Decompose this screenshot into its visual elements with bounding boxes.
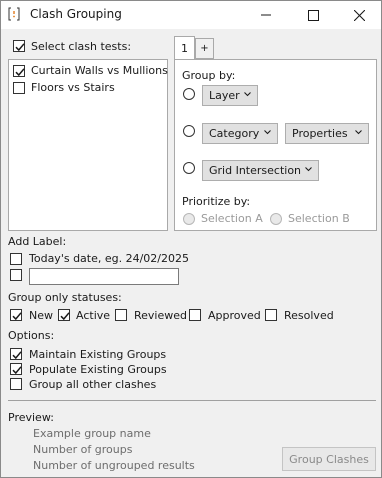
chevron-down-icon — [305, 167, 312, 172]
preview-number-of-groups: Number of groups — [33, 443, 133, 456]
status-checkbox-reviewed[interactable] — [115, 309, 127, 321]
maximize-icon — [307, 9, 319, 21]
option-label-group-other: Group all other clashes — [29, 378, 157, 391]
minimize-icon — [261, 14, 271, 16]
prioritize-label-b: Selection B — [288, 212, 350, 225]
test-checkbox-floors-stairs[interactable] — [13, 82, 25, 94]
layer-dropdown-value: Layer — [209, 89, 240, 102]
divider — [8, 400, 376, 401]
group-by-radio-grid[interactable] — [183, 162, 195, 174]
preview-ungrouped: Number of ungrouped results — [33, 459, 195, 472]
option-label-populate: Populate Existing Groups — [29, 363, 167, 376]
todays-date-checkbox[interactable] — [10, 253, 22, 265]
group-by-label: Group by: — [182, 69, 236, 82]
title-bar: Clash Grouping — [1, 1, 381, 29]
checkmark-icon — [60, 312, 70, 321]
maximize-button[interactable] — [290, 1, 336, 29]
test-label-floors-stairs: Floors vs Stairs — [31, 81, 115, 94]
grid-intersection-dropdown-value: Grid Intersection — [209, 164, 302, 177]
prioritize-label-a: Selection A — [201, 212, 263, 225]
grid-intersection-dropdown[interactable]: Grid Intersection — [202, 160, 319, 181]
prioritize-radio-a[interactable] — [183, 213, 195, 225]
checkmark-icon — [15, 43, 25, 52]
properties-dropdown[interactable]: Properties — [285, 123, 369, 144]
options-heading: Options: — [8, 329, 55, 342]
todays-date-label: Today's date, eg. 24/02/2025 — [29, 252, 190, 265]
group-clashes-label: Group Clashes — [289, 452, 369, 466]
checkmark-icon — [12, 351, 22, 360]
test-label-curtain-walls: Curtain Walls vs Mullions — [31, 64, 168, 77]
group-by-panel: Group by: Layer Category Properties Grid… — [174, 59, 377, 231]
app-icon — [8, 7, 20, 21]
status-checkbox-new[interactable] — [10, 309, 22, 321]
clash-tests-list[interactable]: Curtain Walls vs Mullions Floors vs Stai… — [8, 59, 168, 231]
statuses-heading: Group only statuses: — [8, 291, 122, 304]
tab-1-label: 1 — [181, 42, 188, 55]
preview-heading: Preview: — [8, 411, 54, 424]
category-dropdown-value: Category — [209, 127, 260, 140]
add-label-heading: Add Label: — [8, 235, 67, 248]
status-checkbox-resolved[interactable] — [265, 309, 277, 321]
group-by-radio-layer[interactable] — [183, 88, 195, 100]
status-checkbox-active[interactable] — [58, 309, 70, 321]
status-checkbox-approved[interactable] — [189, 309, 201, 321]
select-tests-checkbox[interactable] — [13, 40, 25, 52]
status-label-reviewed: Reviewed — [134, 309, 187, 322]
chevron-down-icon — [264, 130, 271, 135]
properties-dropdown-value: Properties — [292, 127, 348, 140]
group-by-radio-category[interactable] — [183, 125, 195, 137]
minimize-button[interactable] — [243, 1, 289, 29]
option-label-maintain: Maintain Existing Groups — [29, 348, 167, 361]
close-icon — [353, 9, 365, 21]
option-checkbox-populate[interactable] — [10, 363, 22, 375]
status-label-approved: Approved — [208, 309, 261, 322]
test-checkbox-curtain-walls[interactable] — [13, 65, 25, 77]
prioritize-label: Prioritize by: — [182, 195, 251, 208]
checkmark-icon — [12, 312, 22, 321]
clash-grouping-window: Clash Grouping Select clash tests: Curta… — [0, 0, 382, 478]
add-tab-label: + — [200, 43, 209, 54]
option-checkbox-group-other[interactable] — [10, 378, 22, 390]
select-tests-label: Select clash tests: — [31, 40, 132, 53]
custom-label-checkbox[interactable] — [10, 269, 22, 281]
option-checkbox-maintain[interactable] — [10, 348, 22, 360]
status-label-active: Active — [76, 309, 111, 322]
prioritize-radio-b[interactable] — [270, 213, 282, 225]
group-clashes-button[interactable]: Group Clashes — [282, 447, 376, 471]
status-label-new: New — [29, 309, 53, 322]
chevron-down-icon — [244, 92, 251, 97]
checkmark-icon — [12, 366, 22, 375]
window-title: Clash Grouping — [30, 7, 122, 21]
chevron-down-icon — [355, 130, 362, 135]
tab-1[interactable]: 1 — [174, 36, 195, 60]
layer-dropdown[interactable]: Layer — [202, 85, 258, 106]
add-tab-button[interactable]: + — [195, 38, 214, 59]
preview-group-name: Example group name — [33, 427, 151, 440]
status-label-resolved: Resolved — [284, 309, 334, 322]
close-button[interactable] — [336, 1, 382, 29]
category-dropdown[interactable]: Category — [202, 123, 278, 144]
custom-label-input[interactable] — [29, 268, 179, 285]
checkmark-icon — [15, 68, 25, 77]
